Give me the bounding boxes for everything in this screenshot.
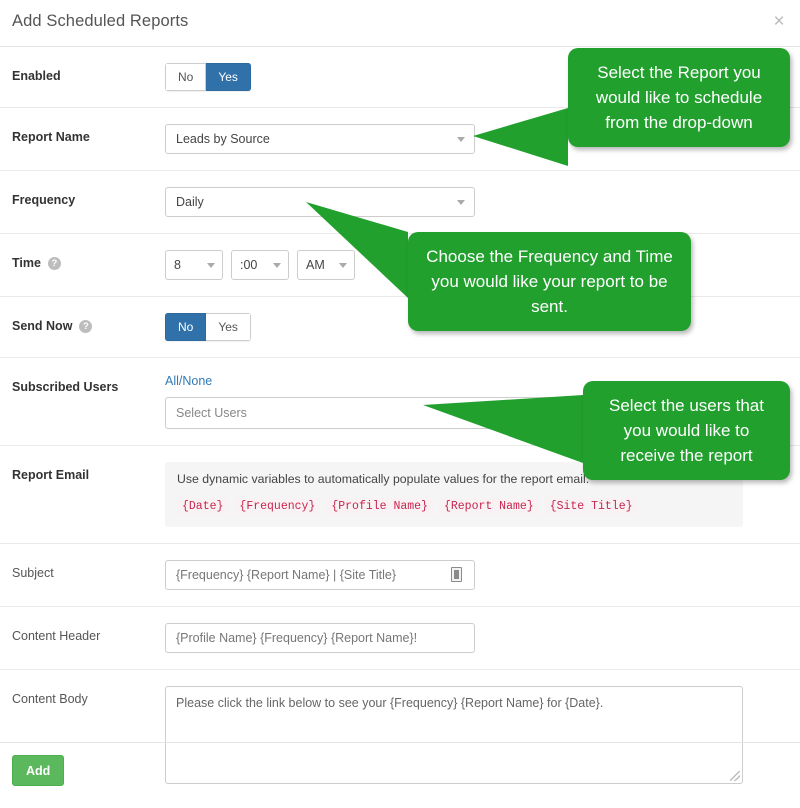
enabled-option-no[interactable]: No — [165, 63, 207, 91]
chevron-down-icon — [273, 263, 281, 268]
modal-footer: Add — [0, 742, 800, 808]
content-body-value: Please click the link below to see your … — [176, 696, 604, 710]
callout-users-text: Select the users that you would like to … — [583, 381, 790, 480]
page-title: Add Scheduled Reports — [12, 12, 189, 30]
callout-frequency-text: Choose the Frequency and Time you would … — [408, 232, 691, 331]
variable-tag-profile-name[interactable]: {Profile Name} — [326, 498, 433, 515]
enabled-option-yes[interactable]: Yes — [206, 63, 251, 91]
callout-users: Select the users that you would like to … — [423, 381, 790, 480]
send-now-toggle[interactable]: No Yes — [165, 313, 251, 341]
chevron-down-icon — [457, 137, 465, 142]
content-header-input[interactable]: {Profile Name} {Frequency} {Report Name}… — [165, 623, 475, 653]
help-icon[interactable]: ? — [47, 256, 61, 270]
time-minute-value: :00 — [240, 258, 258, 272]
callout-report-name-text: Select the Report you would like to sche… — [568, 48, 790, 147]
send-now-option-yes[interactable]: Yes — [206, 313, 251, 341]
enabled-toggle[interactable]: No Yes — [165, 63, 251, 91]
add-scheduled-reports-modal: Add Scheduled Reports × Enabled No Yes R… — [0, 0, 800, 808]
close-icon[interactable]: × — [767, 10, 791, 34]
insert-variable-icon[interactable] — [451, 567, 462, 582]
subject-value: {Frequency} {Report Name} | {Site Title} — [176, 568, 397, 582]
label-enabled: Enabled — [12, 69, 61, 83]
chevron-down-icon — [457, 200, 465, 205]
label-content-header: Content Header — [12, 629, 101, 643]
chevron-down-icon — [207, 263, 215, 268]
time-minute-select[interactable]: :00 — [231, 250, 289, 280]
label-send-now: Send Now ? — [12, 313, 165, 333]
label-report-email: Report Email — [12, 468, 90, 482]
send-now-option-no[interactable]: No — [165, 313, 207, 341]
report-name-select[interactable]: Leads by Source — [165, 124, 475, 154]
time-hour-value: 8 — [174, 258, 181, 272]
variable-tag-frequency[interactable]: {Frequency} — [234, 498, 321, 515]
label-frequency: Frequency — [12, 193, 76, 207]
report-name-value: Leads by Source — [176, 132, 270, 146]
help-icon[interactable]: ? — [79, 319, 93, 333]
label-subject: Subject — [12, 566, 54, 580]
label-content-body: Content Body — [12, 692, 88, 706]
callout-report-name: Select the Report you would like to sche… — [473, 48, 790, 166]
label-subscribed-users: Subscribed Users — [12, 380, 119, 394]
callout-frequency: Choose the Frequency and Time you would … — [306, 202, 691, 331]
callout-tail-icon — [423, 395, 583, 463]
label-time: Time ? — [12, 250, 165, 270]
frequency-value: Daily — [176, 195, 204, 209]
label-send-now-text: Send Now — [12, 319, 73, 333]
label-report-name: Report Name — [12, 130, 90, 144]
subject-input[interactable]: {Frequency} {Report Name} | {Site Title} — [165, 560, 475, 590]
field-content-header: {Profile Name} {Frequency} {Report Name}… — [165, 623, 788, 653]
row-subject: Subject {Frequency} {Report Name} | {Sit… — [0, 544, 800, 607]
time-hour-select[interactable]: 8 — [165, 250, 223, 280]
modal-header: Add Scheduled Reports × — [0, 0, 800, 47]
variable-tag-date[interactable]: {Date} — [177, 498, 229, 515]
row-content-header: Content Header {Profile Name} {Frequency… — [0, 607, 800, 670]
add-button[interactable]: Add — [12, 755, 65, 786]
label-time-text: Time — [12, 256, 41, 270]
field-subject: {Frequency} {Report Name} | {Site Title} — [165, 560, 788, 590]
